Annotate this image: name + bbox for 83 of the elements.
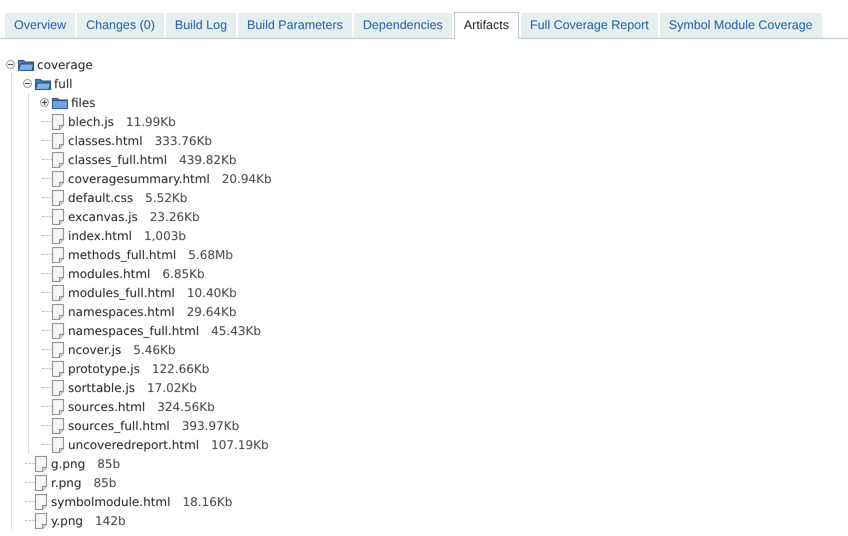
file-name-link[interactable]: modules_full.html [68,284,175,302]
file-icon [35,456,48,472]
tab[interactable]: Build Parameters [238,13,352,38]
file-size: 107.19Kb [211,436,269,454]
file-size: 18.16Kb [182,494,232,510]
file-icon [52,170,65,186]
file-size: 324.56Kb [157,398,215,416]
file-name-link[interactable]: sources.html [68,398,146,416]
file-icon [52,132,65,148]
file-icon [52,190,65,206]
tab[interactable]: Dependencies [354,13,452,38]
collapse-toggle[interactable] [6,60,15,69]
file-size: 5.68Mb [188,246,233,264]
open-folder-icon [35,77,51,90]
file-size: 333.76Kb [154,132,212,150]
file-name-link[interactable]: y.png [51,512,84,530]
file-name-link[interactable]: prototype.js [68,360,140,378]
file-name-link[interactable]: coveragesummary.html [68,170,210,188]
file-size: 1,003b [144,228,186,244]
file-name-link[interactable]: namespaces.html [68,302,175,320]
file-icon [52,152,65,168]
file-icon [35,494,48,510]
file-size: 142b [95,512,126,530]
file-icon [52,380,65,396]
collapse-toggle[interactable] [23,79,32,88]
file-size: 6.85Kb [162,266,205,282]
file-name-link[interactable]: ncover.js [68,340,122,358]
file-name-link[interactable]: sorttable.js [68,378,136,396]
folder-name-link[interactable]: files [71,94,96,112]
file-name-link[interactable]: r.png [51,474,82,492]
file-name-link[interactable]: excanvas.js [68,208,138,226]
file-name-link[interactable]: sources_full.html [68,416,170,434]
file-size: 439.82Kb [179,152,237,168]
file-icon [35,474,48,490]
file-size: 17.02Kb [147,380,197,396]
file-icon [35,512,48,528]
file-size: 11.99Kb [126,114,176,130]
file-size: 29.64Kb [186,304,236,320]
tab[interactable]: Overview [5,13,76,38]
file-name-link[interactable]: index.html [68,226,132,244]
file-size: 10.40Kb [186,284,237,302]
tab[interactable]: Artifacts [454,12,519,39]
file-size: 85b [97,456,120,472]
file-size: 20.94Kb [222,170,272,188]
file-name-link[interactable]: classes_full.html [68,150,168,168]
file-icon [52,322,65,338]
file-name-link[interactable]: modules.html [68,264,150,282]
file-name-link[interactable]: symbolmodule.html [51,492,170,510]
file-size: 85b [94,474,116,492]
open-folder-icon [18,58,34,71]
file-size: 5.52Kb [145,190,188,206]
file-icon [52,304,65,320]
tab[interactable]: Build Log [166,13,236,38]
file-icon [52,342,65,358]
file-icon [52,436,65,452]
file-name-link[interactable]: uncoveredreport.html [68,436,200,454]
file-icon [52,284,65,300]
file-size: 122.66Kb [152,360,210,378]
file-name-link[interactable]: methods_full.html [68,246,176,264]
file-name-link[interactable]: namespaces_full.html [68,322,200,340]
file-icon [52,246,65,262]
file-icon [52,208,65,224]
file-icon [52,266,65,282]
file-icon [52,398,65,414]
expand-toggle[interactable] [40,98,49,107]
folder-icon [52,96,68,109]
tab[interactable]: Changes (0) [77,13,164,38]
folder-name-link[interactable]: full [54,74,72,92]
tab[interactable]: Symbol Module Coverage [660,13,822,38]
file-name-link[interactable]: default.css [68,188,134,206]
file-icon [52,228,65,244]
file-name-link[interactable]: classes.html [68,132,143,150]
file-icon [52,360,65,376]
file-size: 23.26Kb [150,208,200,226]
file-icon [52,418,65,434]
file-icon [52,114,65,130]
file-size: 393.97Kb [182,418,240,434]
file-size: 45.43Kb [211,322,261,340]
tab[interactable]: Full Coverage Report [520,13,658,38]
file-name-link[interactable]: blech.js [68,112,114,130]
folder-name-link[interactable]: coverage [37,56,93,74]
file-size: 5.46Kb [133,342,176,358]
file-name-link[interactable]: g.png [51,454,86,472]
